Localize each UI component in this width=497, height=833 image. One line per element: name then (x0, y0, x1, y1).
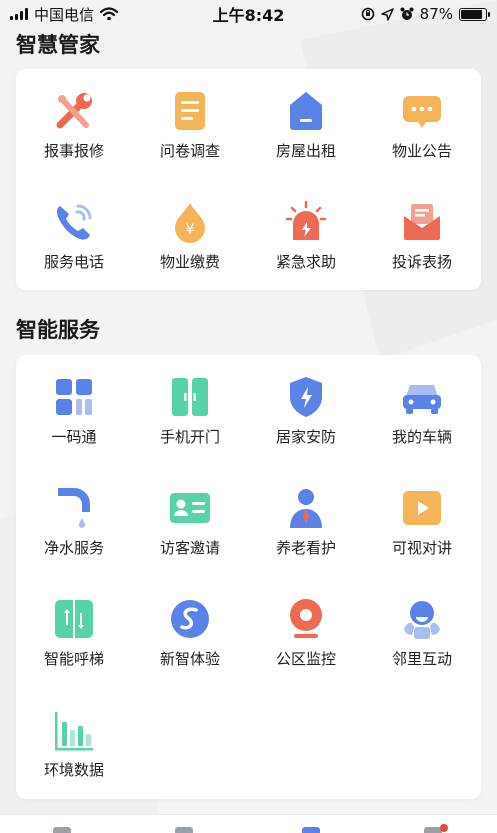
service-item-label: 邻里互动 (391, 650, 452, 668)
carrier-name: 中国电信 (34, 5, 95, 24)
smart-services-card: 一码通 手机开门 居家安防 我的车辆净水服务 访客邀请 养老看护 可视对讲智能呼梯 新智体验 公… (16, 355, 481, 799)
emergency-siren-icon (284, 200, 328, 244)
service-item[interactable]: 访客邀请 (132, 466, 248, 566)
service-item-label: 公区监控 (275, 650, 336, 668)
service-item[interactable]: 新智体验 (132, 577, 248, 677)
service-item[interactable]: 可视对讲 (364, 466, 480, 566)
service-item-label: 新智体验 (159, 650, 220, 668)
service-item[interactable]: 手机开门 (132, 355, 248, 455)
svg-text:¥: ¥ (186, 222, 195, 238)
service-item-label: 服务电话 (43, 253, 104, 271)
battery-level (461, 9, 482, 19)
service-item[interactable]: 房屋出租 (248, 69, 364, 169)
service-item-label: 紧急求助 (275, 253, 336, 271)
wifi-icon (100, 7, 119, 21)
service-item[interactable]: 公区监控 (248, 577, 364, 677)
car-icon (400, 375, 444, 419)
qr-code-icon (52, 375, 96, 419)
screen-lock-icon (361, 7, 374, 21)
service-item-label: 问卷调查 (159, 142, 220, 160)
service-item-label: 访客邀请 (159, 539, 220, 557)
neighbor-interaction-icon (400, 597, 444, 641)
announcement-bubble-icon (400, 89, 444, 133)
service-item-label: 可视对讲 (391, 539, 452, 557)
smart-butler-card: 报事报修 问卷调查 房屋出租 物业公告服务电话 ¥ 物业缴费 紧急求助 投诉表扬 (16, 69, 481, 290)
section-title-smart-butler: 智慧管家 (16, 33, 100, 57)
battery-icon (459, 7, 490, 21)
service-item-label: 投诉表扬 (391, 253, 452, 271)
service-item-label: 环境数据 (43, 761, 104, 779)
section-title-smart-services: 智能服务 (16, 318, 100, 342)
service-item[interactable]: 报事报修 (16, 69, 132, 169)
service-item-label: 养老看护 (275, 539, 336, 557)
service-item-label: 净水服务 (43, 539, 104, 557)
service-item[interactable]: 智能呼梯 (16, 577, 132, 677)
door-open-icon (168, 375, 212, 419)
bottom-tab-bar (0, 814, 497, 833)
status-bar: 中国电信 上午8:42 87% (0, 0, 497, 28)
status-bar-right: 87% (361, 5, 490, 23)
service-item[interactable]: 服务电话 (16, 180, 132, 280)
service-item[interactable]: 物业公告 (364, 69, 480, 169)
service-item-label: 报事报修 (43, 142, 104, 160)
battery-percent: 87% (419, 5, 453, 23)
elderly-care-icon (284, 486, 328, 530)
service-item[interactable]: 邻里互动 (364, 577, 480, 677)
status-bar-left: 中国电信 (10, 4, 119, 25)
house-rent-icon (284, 89, 328, 133)
service-item[interactable]: ¥ 物业缴费 (132, 180, 248, 280)
alarm-clock-icon (400, 7, 414, 20)
tab-home-icon[interactable] (53, 827, 71, 833)
elevator-icon (52, 597, 96, 641)
service-item[interactable]: 养老看护 (248, 466, 364, 566)
service-item[interactable]: 我的车辆 (364, 355, 480, 455)
service-item[interactable]: 问卷调查 (132, 69, 248, 169)
service-item-label: 物业公告 (391, 142, 452, 160)
water-faucet-icon (52, 486, 96, 530)
service-item-label: 智能呼梯 (43, 650, 104, 668)
repair-tools-icon (52, 89, 96, 133)
survey-document-icon (168, 89, 212, 133)
service-item[interactable]: 投诉表扬 (364, 180, 480, 280)
phone-icon (52, 200, 96, 244)
new-experience-icon (168, 597, 212, 641)
complaint-envelope-icon (400, 200, 444, 244)
environment-chart-icon (52, 708, 96, 752)
visitor-card-icon (168, 486, 212, 530)
tab-community-icon[interactable] (175, 827, 193, 833)
service-item-label: 我的车辆 (391, 428, 452, 446)
service-item[interactable]: 环境数据 (16, 688, 132, 788)
service-item-label: 居家安防 (275, 428, 336, 446)
service-item-label: 一码通 (51, 428, 97, 446)
service-item[interactable]: 紧急求助 (248, 180, 364, 280)
notification-dot (440, 824, 448, 832)
location-arrow-icon (380, 7, 394, 21)
service-item-label: 手机开门 (159, 428, 220, 446)
service-item[interactable]: 居家安防 (248, 355, 364, 455)
service-item[interactable]: 净水服务 (16, 466, 132, 566)
service-item[interactable]: 一码通 (16, 355, 132, 455)
service-item-label: 物业缴费 (159, 253, 220, 271)
security-shield-icon (284, 375, 328, 419)
camera-monitor-icon (284, 597, 328, 641)
tab-services-icon[interactable] (302, 827, 320, 833)
yuan-payment-icon: ¥ (168, 200, 212, 244)
video-intercom-icon (400, 486, 444, 530)
signal-strength-icon (10, 8, 28, 20)
service-item-label: 房屋出租 (275, 142, 336, 160)
